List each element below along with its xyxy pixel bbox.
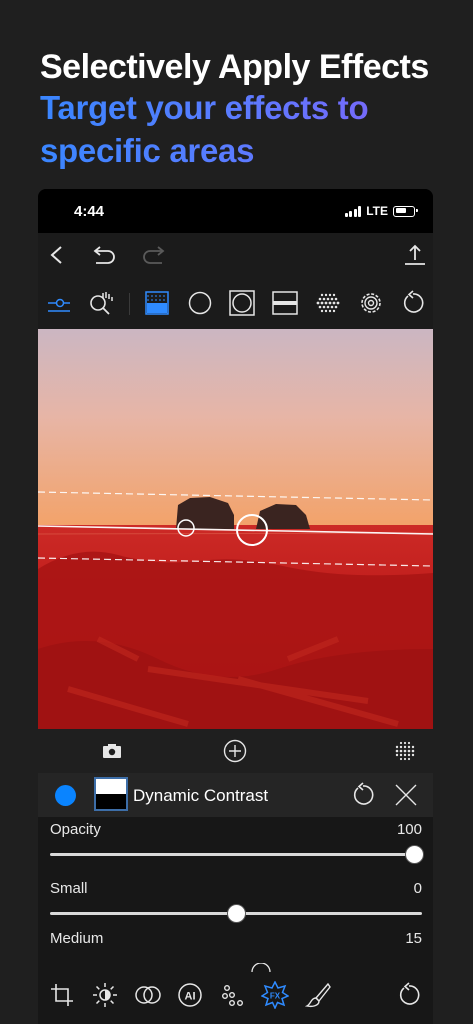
battery-icon bbox=[393, 205, 418, 217]
camera-icon[interactable] bbox=[98, 737, 126, 765]
ai-icon[interactable]: AI bbox=[176, 981, 204, 1009]
adjustment-sliders: Opacity 100 Small 0 Medium 15 bbox=[38, 817, 433, 967]
layer-color-dot[interactable] bbox=[55, 785, 76, 806]
back-icon[interactable] bbox=[43, 241, 71, 269]
mask-toolbar bbox=[38, 277, 433, 329]
search-hand-icon[interactable] bbox=[87, 289, 115, 317]
fx-icon[interactable]: FX bbox=[261, 981, 289, 1009]
color-blend-icon[interactable] bbox=[134, 981, 162, 1009]
mask-dots-icon[interactable] bbox=[391, 737, 419, 765]
mask-toggle-icon[interactable] bbox=[45, 289, 73, 317]
dots-mask-icon[interactable] bbox=[314, 289, 342, 317]
small-label: Small bbox=[50, 880, 88, 897]
revert-icon[interactable] bbox=[395, 981, 423, 1009]
opacity-label: Opacity bbox=[50, 821, 101, 838]
presets-icon[interactable] bbox=[218, 981, 246, 1009]
signal-icon bbox=[344, 205, 362, 217]
share-icon[interactable] bbox=[401, 241, 429, 269]
vignette-mask-icon[interactable] bbox=[228, 289, 256, 317]
svg-text:AI: AI bbox=[185, 991, 196, 1003]
status-bar: 4:44 LTE bbox=[38, 189, 433, 233]
scroll-indicator[interactable] bbox=[250, 963, 272, 973]
layer-name: Dynamic Contrast bbox=[133, 786, 269, 805]
toolbar-divider bbox=[129, 293, 130, 315]
phone-screen: 4:44 LTE Dynamic Contrast Opacity 100 Sm… bbox=[38, 189, 433, 1024]
add-icon[interactable] bbox=[221, 737, 249, 765]
light-icon[interactable] bbox=[91, 981, 119, 1009]
headline-subtitle-2: specific areas bbox=[40, 129, 473, 172]
network-label: LTE bbox=[366, 204, 388, 218]
small-value: 0 bbox=[413, 880, 422, 897]
crop-icon[interactable] bbox=[48, 981, 76, 1009]
adjustment-layer-row[interactable]: Dynamic Contrast bbox=[38, 773, 433, 817]
photo-action-bar bbox=[38, 729, 433, 773]
layer-reset-icon[interactable] bbox=[349, 781, 377, 809]
layer-mask-thumbnail[interactable] bbox=[94, 777, 128, 811]
status-time: 4:44 bbox=[74, 203, 105, 220]
opacity-slider[interactable] bbox=[50, 853, 422, 856]
svg-text:FX: FX bbox=[270, 992, 281, 1001]
headline-subtitle-1: Target your effects to bbox=[40, 86, 473, 129]
undo-icon[interactable] bbox=[91, 241, 119, 269]
headline-title: Selectively Apply Effects bbox=[40, 48, 429, 86]
navigation-bar bbox=[38, 233, 433, 277]
bottom-tool-bar: AI FX bbox=[38, 963, 433, 1024]
opacity-slider-thumb[interactable] bbox=[405, 845, 424, 864]
brush-icon[interactable] bbox=[304, 981, 332, 1009]
photo-canvas[interactable] bbox=[38, 329, 433, 729]
headline: Selectively Apply Effects Target your ef… bbox=[40, 48, 473, 172]
close-icon[interactable] bbox=[392, 781, 420, 809]
medium-label: Medium bbox=[50, 930, 104, 947]
linear-mask-icon[interactable] bbox=[271, 289, 299, 317]
radial-mask-icon[interactable] bbox=[186, 289, 214, 317]
small-slider-thumb[interactable] bbox=[226, 904, 246, 923]
opacity-value: 100 bbox=[396, 821, 422, 838]
gradient-mask-icon[interactable] bbox=[143, 289, 171, 317]
redo-icon[interactable] bbox=[139, 241, 167, 269]
medium-value: 15 bbox=[405, 930, 422, 947]
reset-icon[interactable] bbox=[399, 289, 427, 317]
gear-icon[interactable] bbox=[357, 289, 385, 317]
